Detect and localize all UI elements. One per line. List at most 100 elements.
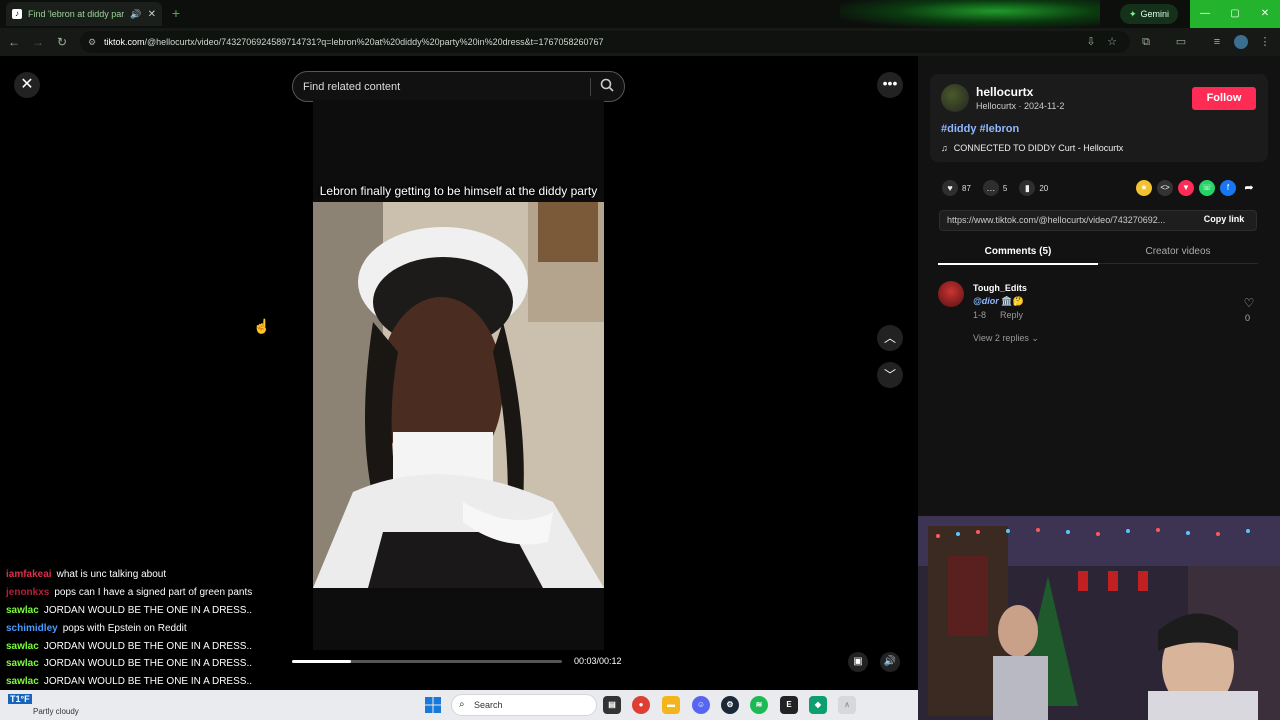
cast-icon[interactable]: ▭ — [1174, 35, 1188, 49]
video-link[interactable]: https://www.tiktok.com/@hellocurtx/video… — [947, 215, 1189, 225]
maximize-button[interactable]: ▢ — [1220, 0, 1250, 28]
taskbar-search[interactable]: ⌕ Search — [451, 694, 597, 716]
volume-button[interactable]: 🔊 — [880, 652, 900, 672]
follow-button[interactable]: Follow — [1192, 87, 1256, 110]
author-username[interactable]: hellocurtx — [976, 85, 1033, 99]
minimize-button[interactable]: — — [1190, 0, 1220, 28]
search-input[interactable]: Find related content — [303, 81, 400, 93]
whatsapp-icon[interactable]: ☏ — [1199, 180, 1215, 196]
discord-icon[interactable]: ☺ — [692, 696, 710, 714]
forward-arrow-icon[interactable]: → — [30, 34, 46, 50]
like-stat[interactable]: ♥ 87 — [942, 180, 971, 196]
share-arrow-icon[interactable]: ➦ — [1241, 180, 1257, 196]
file-explorer-icon[interactable]: ▬ — [662, 696, 680, 714]
install-app-icon[interactable]: ⇩ — [1084, 35, 1098, 49]
save-count: 20 — [1039, 183, 1049, 193]
chat-message: sawlac JORDAN WOULD BE THE ONE IN A DRESS… — [6, 673, 306, 691]
weather-widget[interactable]: T1°F Partly cloudy — [8, 692, 88, 718]
video-progress-bar[interactable] — [292, 660, 562, 663]
close-video-button[interactable]: ✕ — [14, 72, 40, 98]
weather-desc: Partly cloudy — [33, 707, 79, 716]
back-arrow-icon[interactable]: ← — [6, 34, 22, 50]
reading-list-icon[interactable]: ≡ — [1210, 35, 1224, 49]
browser-menu-icon[interactable]: ⋮ — [1258, 35, 1272, 49]
search-icon[interactable] — [600, 78, 614, 95]
embed-icon[interactable]: <> — [1157, 180, 1173, 196]
engagement-stats: ♥ 87 … 5 ▮ 20 — [942, 180, 1048, 196]
site-info-icon[interactable]: ⚙ — [88, 37, 98, 47]
mouse-cursor-icon: ☝ — [253, 318, 271, 334]
chat-text: JORDAN WOULD BE THE ONE IN A DRESS.. — [43, 604, 253, 616]
next-video-button[interactable]: ﹀ — [877, 362, 903, 388]
music-credit[interactable]: ♫ CONNECTED TO DIDDY Curt - Hellocurtx — [941, 143, 1123, 153]
browser-tab-bar — [0, 0, 1280, 28]
chat-username[interactable]: sawlac — [6, 641, 39, 652]
video-frame[interactable] — [313, 202, 604, 588]
comment-date: 1-8 — [973, 310, 987, 320]
save-stat[interactable]: ▮ 20 — [1019, 180, 1048, 196]
spotify-icon[interactable]: ≋ — [750, 696, 768, 714]
extensions-icon[interactable]: ⧉ — [1139, 35, 1153, 49]
floating-player-button[interactable]: ▣ — [848, 652, 868, 672]
close-window-button[interactable]: ✕ — [1250, 0, 1280, 28]
url-host: tiktok.com — [104, 37, 145, 47]
view-replies-label: View 2 replies — [973, 333, 1029, 343]
comment-mention[interactable]: @dior — [973, 296, 999, 306]
chat-username[interactable]: iamfakeai — [6, 569, 52, 580]
view-replies-button[interactable]: View 2 replies ⌄ — [973, 333, 1039, 344]
chat-text: pops with Epstein on Reddit — [62, 622, 187, 634]
reply-button[interactable]: Reply — [1000, 310, 1023, 320]
commenter-name[interactable]: Tough_Edits — [973, 283, 1027, 293]
windows-start-icon[interactable] — [425, 697, 441, 713]
repost-icon[interactable]: ★ — [1136, 180, 1152, 196]
active-tab-indicator — [938, 263, 1098, 265]
chevron-up-icon: ︿ — [883, 331, 896, 345]
send-icon[interactable]: ▼ — [1178, 180, 1194, 196]
chat-message: sawlac JORDAN WOULD BE THE ONE IN A DRESS… — [6, 602, 306, 620]
comment-like-icon[interactable]: ♡ — [1242, 296, 1256, 310]
hashtags[interactable]: #diddy #lebron — [941, 123, 1019, 135]
chat-message: schimidley pops with Epstein on Reddit — [6, 619, 306, 637]
chat-text: JORDAN WOULD BE THE ONE IN A DRESS.. — [43, 658, 253, 670]
previous-video-button[interactable]: ︿ — [877, 325, 903, 351]
new-tab-button[interactable]: + — [168, 6, 184, 22]
gemini-button[interactable]: ✦ Gemini — [1120, 4, 1178, 24]
app-icon-faded[interactable]: ∧ — [838, 696, 856, 714]
facebook-icon[interactable]: f — [1220, 180, 1236, 196]
reload-icon[interactable]: ↻ — [54, 34, 70, 50]
url-bar[interactable]: ⚙ tiktok.com/@hellocurtx/video/743270692… — [80, 31, 1130, 53]
chrome-icon[interactable]: ● — [632, 696, 650, 714]
weather-temp: T1°F — [8, 694, 32, 704]
chat-username[interactable]: jenonkxs — [6, 587, 49, 598]
profile-avatar[interactable] — [1234, 35, 1248, 49]
author-avatar[interactable] — [941, 84, 969, 112]
comment-icon: … — [982, 180, 999, 196]
chat-username[interactable]: sawlac — [6, 676, 39, 687]
bookmark-icon: ▮ — [1019, 180, 1036, 196]
chat-message: jenonkxs pops can I have a signed part of… — [6, 584, 306, 602]
more-options-button[interactable]: ••• — [877, 72, 903, 98]
commenter-avatar[interactable] — [938, 281, 964, 307]
epic-games-icon[interactable]: E — [780, 696, 798, 714]
comment-stat[interactable]: … 5 — [982, 180, 1007, 196]
chat-username[interactable]: schimidley — [6, 623, 58, 634]
tab-creator-videos[interactable]: Creator videos — [1098, 246, 1258, 257]
copy-link-button[interactable]: Copy link — [1194, 214, 1254, 224]
chevron-down-icon: ⌄ — [1031, 333, 1039, 343]
app-icon[interactable]: ◆ — [809, 696, 827, 714]
audio-icon[interactable]: 🔊 — [130, 9, 141, 20]
browser-tab[interactable]: ♪ Find 'lebron at diddy party 🔊 ✕ — [6, 2, 162, 26]
steam-icon[interactable]: ⚙ — [721, 696, 739, 714]
chat-username[interactable]: sawlac — [6, 658, 39, 669]
related-search-bar[interactable]: Find related content — [292, 71, 625, 102]
chat-text: what is unc talking about — [56, 569, 167, 581]
chat-text: JORDAN WOULD BE THE ONE IN A DRESS.. — [43, 640, 253, 652]
chat-username[interactable]: sawlac — [6, 605, 39, 616]
tab-close-icon[interactable]: ✕ — [148, 9, 156, 20]
bookmark-star-icon[interactable]: ☆ — [1105, 35, 1119, 49]
task-view-icon[interactable]: ▤ — [603, 696, 621, 714]
taskbar-search-label: Search — [474, 700, 503, 710]
tab-comments[interactable]: Comments (5) — [938, 246, 1098, 257]
comment-meta: 1-8 Reply — [973, 310, 1023, 320]
tiktok-favicon-icon: ♪ — [12, 9, 22, 19]
